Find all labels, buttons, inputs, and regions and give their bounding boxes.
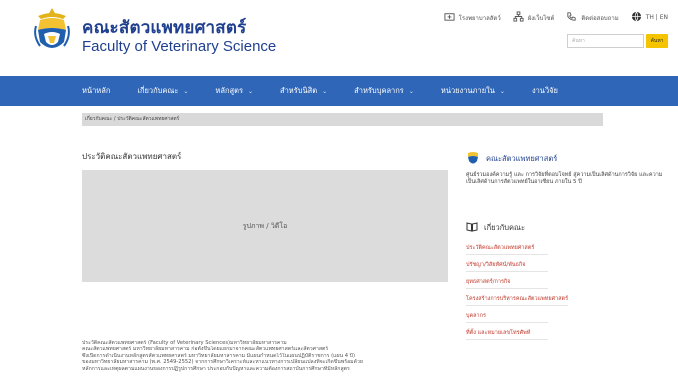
breadcrumb[interactable]: เกี่ยวกับคณะ / ประวัติคณะสัตวแพทยศาสตร์ [82,113,603,126]
sidebar-link-vision[interactable]: ปรัชญา/วิสัยทัศน์/พันธกิจ [466,259,548,272]
search-button[interactable]: ค้นหา [646,34,668,48]
sidebar-about: คณะสัตวแพทยศาสตร์ ศูนย์รวมองค์ความรู้ แล… [466,150,666,186]
nav-item-home[interactable]: หน้าหลัก [82,85,110,97]
media-placeholder[interactable]: รูปภาพ / วิดีโอ [82,170,448,282]
sidebar-link-personnel[interactable]: บุคลากร [466,310,548,323]
nav-item-staff[interactable]: สำหรับบุคลากร ⌄ [354,85,414,97]
chevron-down-icon: ⌄ [183,87,189,95]
faculty-logo-icon [466,150,480,168]
page-title: ประวัติคณะสัตวแพทยศาสตร์ [82,152,182,161]
chevron-down-icon: ⌄ [247,87,254,95]
language-switch-label: TH | EN [645,14,668,21]
hospital-link[interactable]: โรงพยาบาลสัตว์ [444,11,501,24]
globe-icon [631,11,642,24]
nav-item-label: หลักสูตร [215,86,243,95]
sidebar-link-strategy[interactable]: ยุทธศาสตร์/การกิจ [466,276,548,289]
sidebar-link-history[interactable]: ประวัติคณะสัตวแพทยศาสตร์ [466,242,548,255]
main-navigation: หน้าหลัก เกี่ยวกับคณะ ⌄ หลักสูตร ⌄ สำหรั… [0,76,678,106]
contact-link-label: ติดต่อสอบถาม [581,14,619,22]
site-header: คณะสัตวแพทยศาสตร์ Faculty of Veterinary … [0,0,678,72]
contact-link[interactable]: ติดต่อสอบถาม [566,11,619,24]
university-seal-icon[interactable] [30,6,74,56]
language-switch[interactable]: TH | EN [631,11,668,24]
chevron-down-icon: ⌄ [322,87,328,95]
nav-item-label: สำหรับบุคลากร [354,86,404,95]
sidebar-link-location[interactable]: ที่ตั้ง และหมายเลขโทรศัพท์ [466,327,548,340]
sitemap-link[interactable]: ผังเว็บไซต์ [513,11,555,24]
media-placeholder-label: รูปภาพ / วิดีโอ [242,221,288,230]
chevron-down-icon: ⌄ [499,87,505,95]
nav-item-label: หน้าหลัก [82,86,111,95]
history-text-line: หลักการและเหตุผลตามแผนงานของการปฏิรูปการ… [82,365,350,372]
nav-item-label: งานวิจัย [531,86,558,95]
hospital-link-label: โรงพยาบาลสัตว์ [458,14,501,22]
nav-item-research[interactable]: งานวิจัย [532,85,558,97]
nav-item-units[interactable]: หน่วยงานภายใน ⌄ [441,85,505,97]
sitemap-link-label: ผังเว็บไซต์ [527,14,555,22]
sidebar-link-list: ประวัติคณะสัตวแพทยศาสตร์ ปรัชญา/วิสัยทัศ… [466,242,666,340]
sidebar-about-description: ศูนย์รวมองค์ความรู้ และ การวิจัยที่ตอบโจ… [466,172,663,185]
nav-item-label: หน่วยงานภายใน [440,86,495,95]
phone-icon [566,11,577,24]
sidebar-about-title: คณะสัตวแพทยศาสตร์ [466,150,666,168]
nav-item-label: เกี่ยวกับคณะ [137,86,179,95]
sidebar-about-heading: คณะสัตวแพทยศาสตร์ [486,154,558,163]
nav-item-curriculum[interactable]: หลักสูตร ⌄ [215,85,253,97]
hospital-icon [444,11,455,24]
history-text: ประวัติคณะสัตวแพทยศาสตร์ (Faculty of Vet… [82,340,452,372]
sidebar-links-title: เกี่ยวกับคณะ [466,222,666,234]
top-links-bar: โรงพยาบาลสัตว์ ผังเว็บไซต์ ติดต่อสอบถาม … [444,11,668,24]
book-icon [466,222,478,234]
sidebar-link-structure[interactable]: โครงสร้างการบริหารคณะสัตวแพทยศาสตร์ [466,293,569,306]
sidebar-links-heading: เกี่ยวกับคณะ [484,223,526,232]
sidebar-about-links: เกี่ยวกับคณะ ประวัติคณะสัตวแพทยศาสตร์ ปร… [466,222,666,344]
nav-item-about[interactable]: เกี่ยวกับคณะ ⌄ [137,85,188,97]
nav-item-label: สำหรับนิสิต [280,86,318,95]
search-input[interactable]: ค้นหา [567,34,644,48]
sitemap-icon [513,11,524,24]
site-title-thai[interactable]: คณะสัตวแพทยศาสตร์ [82,14,246,41]
site-title-english[interactable]: Faculty of Veterinary Science [82,38,276,55]
chevron-down-icon: ⌄ [408,87,414,95]
nav-item-students[interactable]: สำหรับนิสิต ⌄ [280,85,327,97]
